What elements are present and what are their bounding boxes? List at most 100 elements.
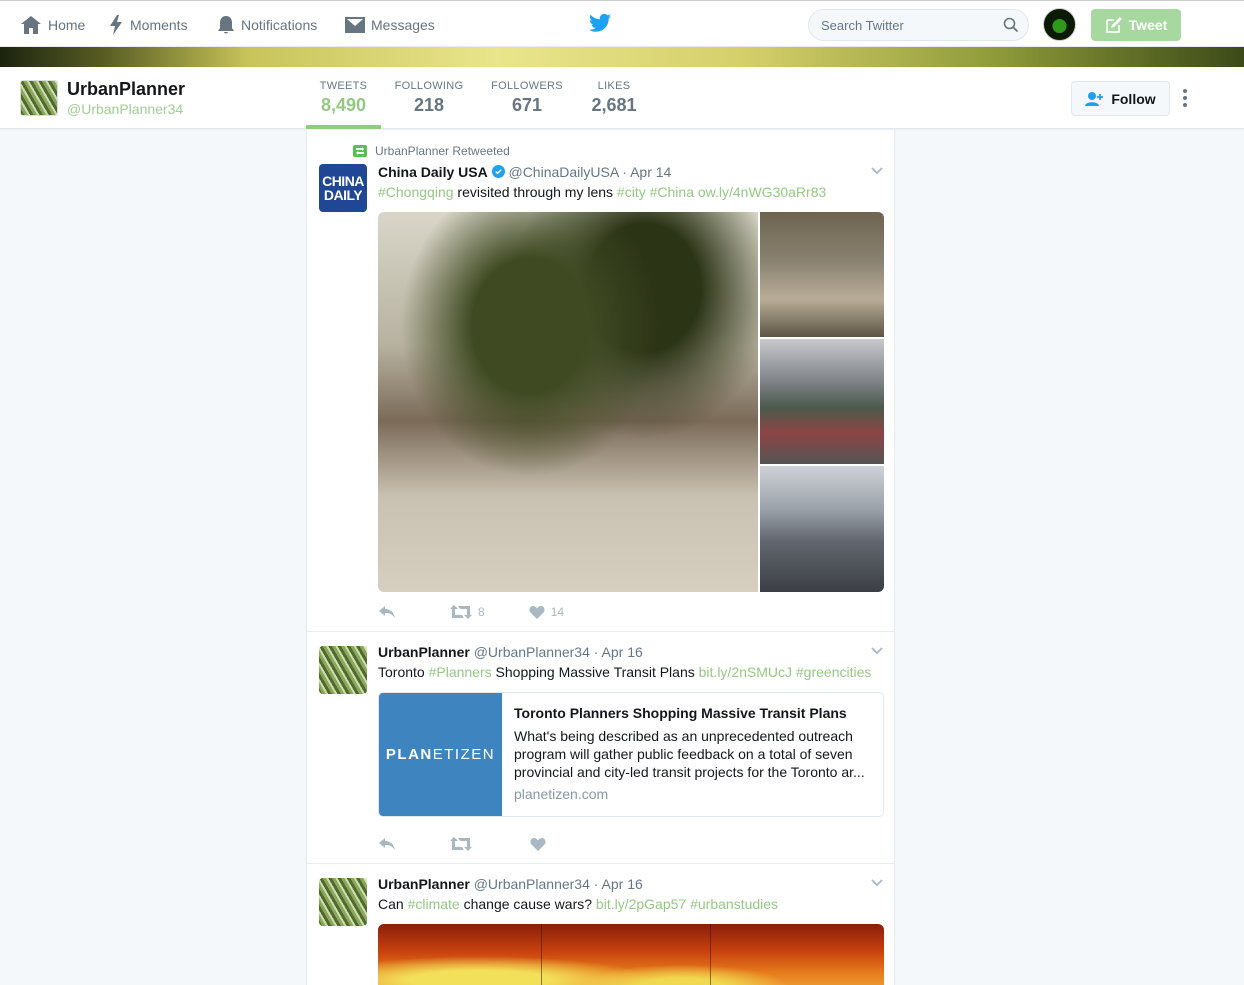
tweet-author-name[interactable]: UrbanPlanner: [378, 644, 470, 660]
home-icon: [21, 15, 41, 34]
follow-button-label: Follow: [1111, 90, 1156, 107]
retweet-button[interactable]: [450, 837, 472, 851]
tweet-author-handle[interactable]: @UrbanPlanner34: [474, 876, 590, 892]
retweet-context-label: UrbanPlanner Retweeted: [375, 144, 510, 158]
stat-following[interactable]: FOLLOWING 218: [391, 67, 467, 129]
nav-messages[interactable]: Messages: [345, 1, 435, 48]
reply-icon: [379, 838, 395, 850]
tweet-actions: [378, 834, 546, 854]
media-photo-stairs[interactable]: [760, 212, 884, 337]
tweet-text-segment: Toronto: [378, 664, 429, 680]
hashtag-link[interactable]: #urbanstudies: [690, 896, 778, 912]
profile-banner: [0, 47, 1244, 67]
search-box: [808, 9, 1029, 41]
card-title: Toronto Planners Shopping Massive Transi…: [514, 705, 847, 721]
stat-tweets-label: TWEETS: [319, 80, 368, 92]
more-options-icon[interactable]: [1180, 89, 1190, 109]
bell-icon: [218, 15, 234, 33]
stat-likes-value: 2,681: [591, 95, 637, 115]
hashtag-link[interactable]: #greencities: [796, 664, 872, 680]
twitter-bird-icon[interactable]: [589, 13, 611, 33]
tweet-text: Toronto #Planners Shopping Massive Trans…: [378, 664, 871, 680]
hashtag-link[interactable]: #climate: [408, 896, 460, 912]
nav-notifications-label: Notifications: [241, 16, 318, 33]
stat-likes-label: LIKES: [597, 80, 631, 92]
nav-moments[interactable]: Moments: [108, 1, 188, 48]
stat-tweets[interactable]: TWEETS 8,490: [306, 67, 381, 129]
envelope-icon: [345, 16, 365, 33]
lightning-icon: [110, 14, 122, 35]
media-photo-climate-map[interactable]: [378, 924, 884, 985]
search-input[interactable]: [809, 10, 989, 40]
media-photo-traffic[interactable]: [760, 339, 884, 464]
card-image-text-bold: PLAN: [385, 746, 433, 763]
tweet-author-name[interactable]: China Daily USA: [378, 164, 488, 180]
profile-name[interactable]: UrbanPlanner: [67, 79, 185, 100]
user-avatar[interactable]: [1043, 8, 1076, 41]
nav-notifications[interactable]: Notifications: [217, 1, 317, 48]
top-navigation: Home Moments Notifications Messages Twee…: [0, 0, 1244, 47]
url-link[interactable]: bit.ly/2nSMUcJ: [699, 664, 792, 680]
hashtag-link[interactable]: #city: [617, 184, 646, 200]
tweet-avatar[interactable]: CHINA DAILY: [319, 164, 367, 212]
tweet-author-name[interactable]: UrbanPlanner: [378, 876, 470, 892]
tweet-text-segment: Shopping Massive Transit Plans: [491, 664, 699, 680]
tweet-text-segment: Can: [378, 896, 408, 912]
stat-following-label: FOLLOWING: [394, 80, 464, 92]
reply-button[interactable]: [378, 605, 396, 619]
media-photo-skyline[interactable]: [760, 466, 884, 592]
heart-icon: [530, 838, 546, 851]
media-photo-main[interactable]: [378, 212, 758, 592]
profile-avatar[interactable]: [20, 80, 58, 116]
nav-home[interactable]: Home: [20, 1, 85, 48]
hashtag-link[interactable]: #Chongqing: [378, 184, 454, 200]
retweet-icon: [353, 145, 367, 157]
stat-tweets-value: 8,490: [320, 95, 367, 115]
tweet[interactable]: UrbanPlanner @UrbanPlanner34 · Apr 16 Ca…: [307, 864, 894, 985]
url-link[interactable]: bit.ly/2pGap57: [596, 896, 686, 912]
tweet-avatar[interactable]: [319, 646, 367, 694]
tweet-avatar[interactable]: [319, 878, 367, 926]
chevron-down-icon[interactable]: [870, 164, 884, 178]
avatar-text-line1: CHINA: [322, 173, 364, 189]
chevron-down-icon[interactable]: [870, 644, 884, 658]
reply-icon: [379, 606, 395, 618]
stat-following-value: 218: [413, 95, 445, 115]
tweet[interactable]: UrbanPlanner Retweeted CHINA DAILY China…: [307, 130, 894, 632]
tweet-date[interactable]: · Apr 16: [594, 644, 643, 660]
compose-icon: [1105, 17, 1122, 33]
tweet-text: Can #climate change cause wars? bit.ly/2…: [378, 896, 778, 912]
profile-handle[interactable]: @UrbanPlanner34: [67, 101, 183, 117]
tweet-author-handle[interactable]: @UrbanPlanner34: [474, 644, 590, 660]
heart-icon: [529, 606, 545, 619]
tweet-author-handle[interactable]: @ChinaDailyUSA: [508, 164, 618, 180]
follow-button[interactable]: Follow: [1071, 81, 1170, 116]
retweet-button[interactable]: 8: [450, 605, 485, 619]
card-description: What's being described as an unprecedent…: [514, 728, 865, 780]
tweet-date[interactable]: · Apr 14: [622, 164, 671, 180]
tweet-text-segment: revisited through my lens: [453, 184, 617, 200]
like-button[interactable]: 14: [529, 605, 564, 619]
reply-button[interactable]: [378, 837, 396, 851]
retweet-icon: [450, 605, 472, 619]
chevron-down-icon[interactable]: [870, 876, 884, 890]
link-card[interactable]: PLAN ETIZEN Toronto Planners Shopping Mas…: [378, 692, 884, 817]
like-count: 14: [550, 605, 565, 619]
nav-home-label: Home: [48, 16, 86, 33]
hashtag-link[interactable]: #China: [650, 184, 694, 200]
tweet[interactable]: UrbanPlanner @UrbanPlanner34 · Apr 16 To…: [307, 632, 894, 864]
compose-tweet-button[interactable]: Tweet: [1091, 9, 1181, 41]
stat-followers-label: FOLLOWERS: [491, 80, 563, 92]
stat-followers[interactable]: FOLLOWERS 671: [487, 67, 567, 129]
tweet-header: UrbanPlanner @UrbanPlanner34 · Apr 16: [378, 876, 643, 892]
verified-badge-icon: [491, 165, 505, 178]
card-image-text: ETIZEN: [432, 746, 496, 763]
url-link[interactable]: ow.ly/4nWG30aRr83: [698, 184, 826, 200]
stat-likes[interactable]: LIKES 2,681: [584, 67, 644, 129]
tweet-date[interactable]: · Apr 16: [594, 876, 643, 892]
retweet-count: 8: [478, 605, 485, 619]
retweet-context: UrbanPlanner Retweeted: [353, 144, 510, 158]
hashtag-link[interactable]: #Planners: [429, 664, 492, 680]
search-icon[interactable]: [1003, 17, 1019, 33]
like-button[interactable]: [530, 837, 546, 851]
